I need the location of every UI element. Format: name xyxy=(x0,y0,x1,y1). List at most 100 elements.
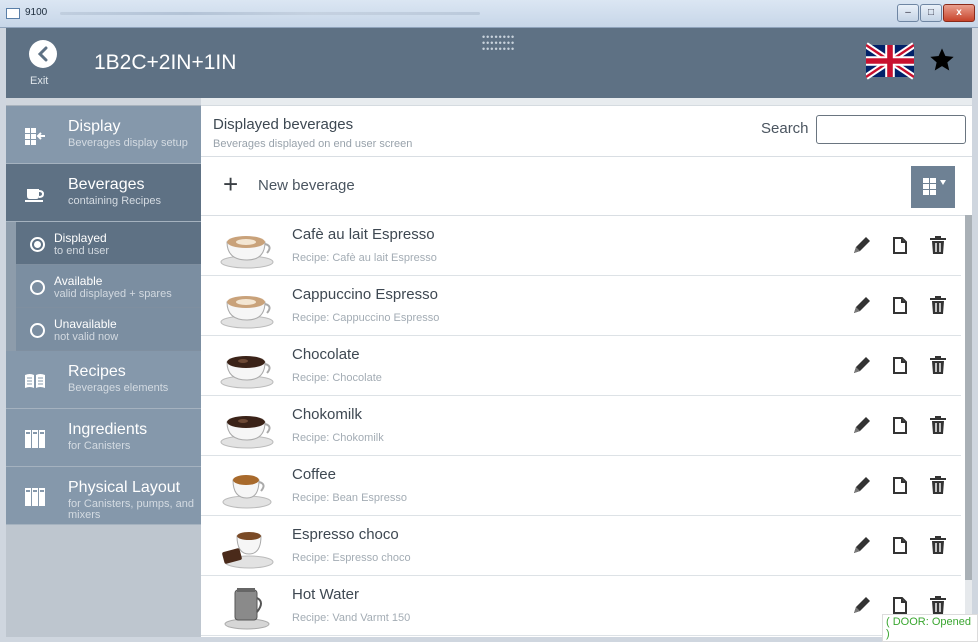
beverage-cup-icon xyxy=(222,475,272,509)
beverage-cup-icon xyxy=(222,532,274,569)
beverage-cup-icon xyxy=(220,296,274,329)
scrollbar-thumb[interactable] xyxy=(965,215,972,580)
delete-icon[interactable] xyxy=(927,354,949,376)
sidebar-item-subtitle: for Canisters xyxy=(68,440,131,452)
copy-icon[interactable] xyxy=(889,594,911,616)
page-title: 1B2C+2IN+1IN xyxy=(94,51,237,74)
scrollbar[interactable] xyxy=(965,215,972,637)
copy-icon[interactable] xyxy=(889,234,911,256)
beverage-name: Chocolate xyxy=(292,346,360,363)
edit-icon[interactable] xyxy=(851,534,873,556)
beverage-name: Coffee xyxy=(292,466,336,483)
cup-icon xyxy=(25,189,45,202)
edit-icon[interactable] xyxy=(851,294,873,316)
app-icon xyxy=(6,8,20,19)
radio-icon xyxy=(30,280,45,295)
subnav-item-available[interactable]: Available valid displayed + spares xyxy=(16,265,201,308)
app-header: •••••••• •••••••• •••••••• Exit 1B2C+2IN+1… xyxy=(6,28,972,98)
delete-icon[interactable] xyxy=(927,534,949,556)
beverages-subnav: Displayed to end user Available valid di… xyxy=(6,222,201,351)
canister-icon xyxy=(25,430,45,448)
section-title: Displayed beverages xyxy=(213,116,354,133)
copy-icon[interactable] xyxy=(889,474,911,496)
copy-icon[interactable] xyxy=(889,534,911,556)
grid-sort-icon xyxy=(923,178,946,195)
subnav-item-unavailable[interactable]: Unavailable not valid now xyxy=(16,308,201,351)
drag-handle-icon[interactable]: •••••••• •••••••• •••••••• xyxy=(482,33,515,54)
beverage-name: Cafè au lait Espresso xyxy=(292,226,435,243)
search-input[interactable] xyxy=(816,115,966,144)
sidebar-item-title: Ingredients xyxy=(68,421,148,438)
delete-icon[interactable] xyxy=(927,234,949,256)
edit-icon[interactable] xyxy=(851,354,873,376)
subnav-item-subtitle: not valid now xyxy=(54,331,119,343)
minimize-button[interactable]: – xyxy=(897,4,919,22)
subnav-item-subtitle: valid displayed + spares xyxy=(54,288,172,300)
beverage-cup-icon xyxy=(220,416,274,449)
beverage-cup-icon xyxy=(220,356,274,389)
door-status: ( DOOR: Opened ) xyxy=(882,614,978,642)
beverage-recipe: Recipe: Cappuccino Espresso xyxy=(292,312,440,324)
sidebar-item-physical-layout[interactable]: Physical Layout for Canisters, pumps, an… xyxy=(6,467,201,525)
sidebar-item-ingredients[interactable]: Ingredients for Canisters xyxy=(6,409,201,467)
delete-icon[interactable] xyxy=(927,594,949,616)
window-title: 9100 xyxy=(25,7,48,18)
subnav-item-title: Unavailable xyxy=(54,317,117,331)
beverage-recipe: Recipe: Chokomilk xyxy=(292,432,384,444)
list-item[interactable]: Espresso choco Recipe: Espresso choco xyxy=(201,516,961,576)
copy-icon[interactable] xyxy=(889,414,911,436)
list-item[interactable]: Chokomilk Recipe: Chokomilk xyxy=(201,396,961,456)
radio-selected-icon xyxy=(30,237,45,252)
copy-icon[interactable] xyxy=(889,354,911,376)
beverage-name: Hot Water xyxy=(292,586,359,603)
list-item[interactable]: Coffee Recipe: Bean Espresso xyxy=(201,456,961,516)
sidebar-item-subtitle: for Canisters, pumps, and mixers xyxy=(68,498,194,521)
sidebar-topbar xyxy=(6,98,201,106)
back-arrow-icon xyxy=(29,40,57,68)
beverage-cup-icon xyxy=(220,236,274,269)
copy-icon[interactable] xyxy=(889,294,911,316)
list-item[interactable]: Cappuccino Espresso Recipe: Cappuccino Es… xyxy=(201,276,961,336)
star-icon[interactable] xyxy=(928,46,956,74)
book-icon xyxy=(25,374,45,388)
sidebar-item-title: Recipes xyxy=(68,363,126,380)
sidebar-item-display[interactable]: Display Beverages display setup xyxy=(6,106,201,164)
sidebar-item-title: Beverages xyxy=(68,176,145,193)
beverage-cup-icon xyxy=(224,588,270,630)
main-topbar xyxy=(201,98,972,106)
list-item[interactable]: Cafè au lait Espresso Recipe: Cafè au lai… xyxy=(201,216,961,276)
layout-icon xyxy=(25,488,45,506)
subnav-item-title: Available xyxy=(54,274,103,288)
sidebar-item-subtitle: Beverages elements xyxy=(68,382,169,394)
beverage-name: Chokomilk xyxy=(292,406,363,423)
beverage-name: Espresso choco xyxy=(292,526,399,543)
beverage-list: Cafè au lait Espresso Recipe: Cafè au lai… xyxy=(201,216,961,636)
exit-button[interactable]: Exit xyxy=(24,38,64,88)
list-item[interactable]: Chocolate Recipe: Chocolate xyxy=(201,336,961,396)
window-titlebar: 9100 – □ x xyxy=(0,0,978,28)
close-button[interactable]: x xyxy=(943,4,975,22)
beverage-recipe: Recipe: Vand Varmt 150 xyxy=(292,612,411,624)
display-layout-button[interactable] xyxy=(911,166,955,208)
edit-icon[interactable] xyxy=(851,594,873,616)
sidebar-item-beverages[interactable]: Beverages containing Recipes xyxy=(6,164,201,222)
delete-icon[interactable] xyxy=(927,414,949,436)
beverage-recipe: Recipe: Espresso choco xyxy=(292,552,411,564)
beverage-name: Cappuccino Espresso xyxy=(292,286,438,303)
list-item[interactable]: Hot Water Recipe: Vand Varmt 150 xyxy=(201,576,961,636)
edit-icon[interactable] xyxy=(851,234,873,256)
delete-icon[interactable] xyxy=(927,294,949,316)
maximize-button[interactable]: □ xyxy=(920,4,942,22)
sidebar-item-title: Display xyxy=(68,118,121,135)
uk-flag-icon[interactable] xyxy=(866,42,914,80)
subnav-item-displayed[interactable]: Displayed to end user xyxy=(16,222,201,265)
delete-icon[interactable] xyxy=(927,474,949,496)
edit-icon[interactable] xyxy=(851,474,873,496)
sidebar-item-recipes[interactable]: Recipes Beverages elements xyxy=(6,351,201,409)
new-beverage-label: New beverage xyxy=(258,177,355,194)
display-icon xyxy=(25,128,45,145)
beverage-recipe: Recipe: Chocolate xyxy=(292,372,382,384)
edit-icon[interactable] xyxy=(851,414,873,436)
exit-label: Exit xyxy=(30,75,49,87)
sidebar-item-subtitle: containing Recipes xyxy=(68,195,161,207)
